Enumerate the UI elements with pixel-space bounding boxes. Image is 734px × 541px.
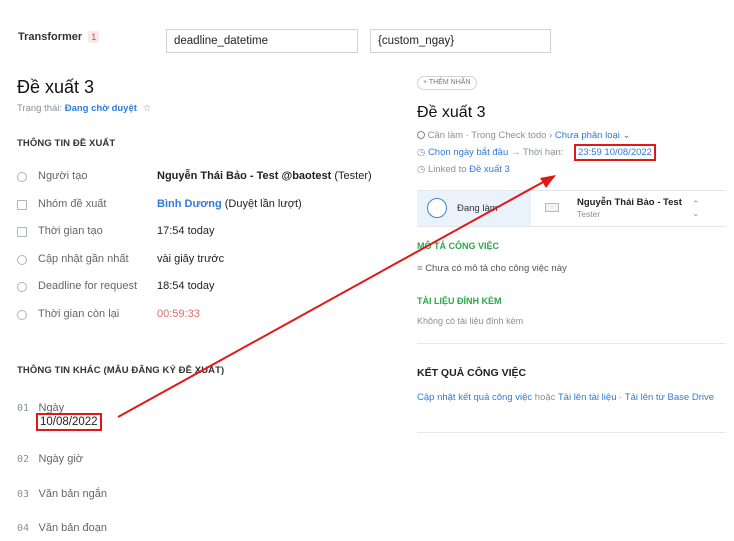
arrow-line xyxy=(117,180,546,418)
arrow-head xyxy=(540,175,556,188)
annotation-arrow xyxy=(117,175,556,418)
